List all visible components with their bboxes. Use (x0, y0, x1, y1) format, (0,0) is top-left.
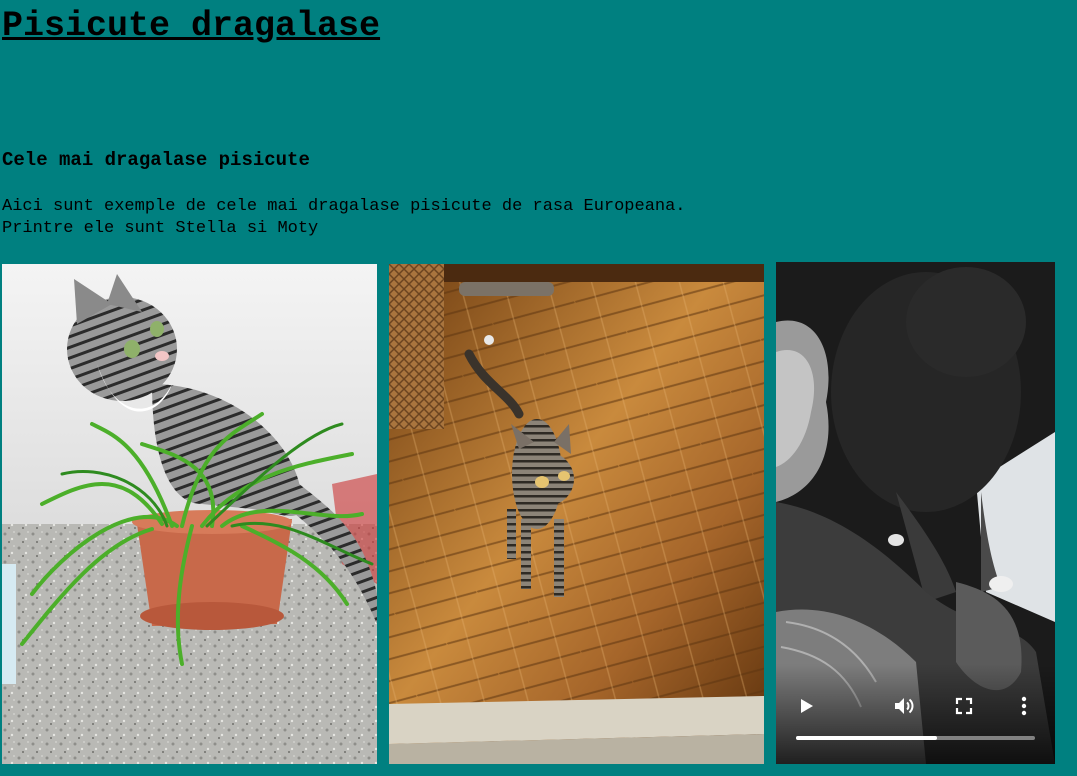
video-progress-fill (796, 736, 937, 740)
description-line-1: Aici sunt exemple de cele mai dragalase … (2, 197, 686, 216)
cat-photo-grass-pot (2, 264, 377, 764)
play-icon[interactable] (796, 694, 818, 718)
section-heading: Cele mai dragalase pisicute (2, 149, 310, 171)
cat-video-player[interactable] (776, 262, 1055, 764)
more-vertical-icon[interactable] (1012, 694, 1036, 718)
cat-photo-parquet (389, 264, 764, 764)
page: Pisicute dragalase Cele mai dragalase pi… (0, 0, 1077, 776)
description: Aici sunt exemple de cele mai dragalase … (2, 196, 686, 240)
description-line-2: Printre ele sunt Stella si Moty (2, 219, 319, 238)
video-progress-bar[interactable] (796, 736, 1035, 740)
page-title: Pisicute dragalase (2, 6, 381, 46)
video-controls (776, 664, 1055, 764)
volume-icon[interactable] (892, 694, 916, 718)
fullscreen-icon[interactable] (952, 694, 976, 718)
